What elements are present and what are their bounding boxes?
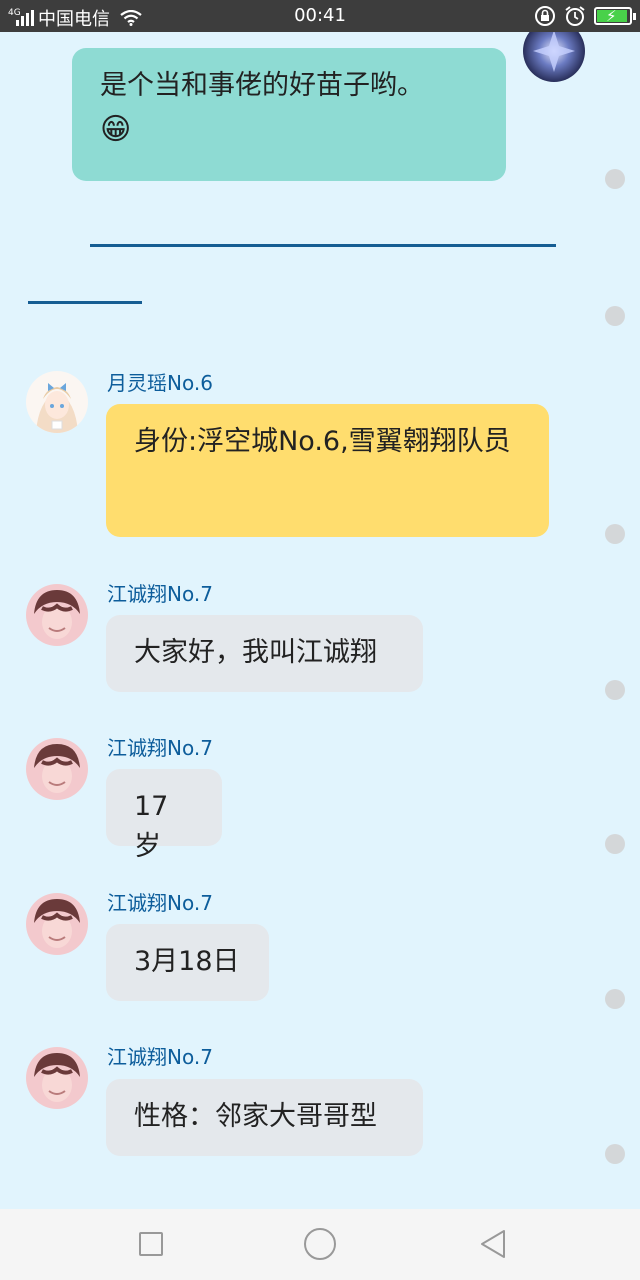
grin-emoji-icon: 😁 <box>100 111 132 147</box>
select-dot[interactable] <box>605 524 625 544</box>
message-text: 大家好，我叫江诚翔 <box>134 637 377 668</box>
navigation-bar <box>0 1209 640 1280</box>
select-dot[interactable] <box>605 680 625 700</box>
avatar-self[interactable] <box>523 32 585 82</box>
recent-apps-icon[interactable] <box>139 1232 163 1256</box>
message-bubble[interactable]: 身份:浮空城No.6,雪翼翱翔队员 <box>106 404 549 537</box>
avatar-jiang-chengxiang[interactable] <box>26 1047 88 1109</box>
chat-message-list[interactable]: 是个当和事佬的好苗子哟。 😁 月灵瑶No.6 身份:浮空城No.6,雪翼翱翔队员 <box>0 32 640 1209</box>
avatar-jiang-chengxiang[interactable] <box>26 738 88 800</box>
message-bubble[interactable]: 3月18日 <box>106 924 269 1001</box>
lock-rotation-icon <box>535 6 555 26</box>
message-text: 身份:浮空城No.6,雪翼翱翔队员 <box>134 426 511 457</box>
divider-line <box>28 301 142 304</box>
select-dot[interactable] <box>605 1144 625 1164</box>
divider-line <box>90 244 556 247</box>
message-text: 是个当和事佬的好苗子哟。 <box>100 70 424 101</box>
message-text: 性格：邻家大哥哥型 <box>134 1101 377 1132</box>
sender-name: 月灵瑶No.6 <box>107 371 213 395</box>
message-bubble[interactable]: 是个当和事佬的好苗子哟。 😁 <box>72 48 506 181</box>
status-right: ⚡ <box>534 5 636 27</box>
battery-charging-icon: ⚡ <box>594 7 636 25</box>
home-icon[interactable] <box>304 1228 336 1260</box>
sender-name: 江诚翔No.7 <box>107 582 213 606</box>
sender-name: 江诚翔No.7 <box>107 736 213 760</box>
message-bubble[interactable]: 大家好，我叫江诚翔 <box>106 615 423 692</box>
select-dot[interactable] <box>605 306 625 326</box>
message-text: 3月18日 <box>134 946 240 977</box>
alarm-icon <box>565 6 585 26</box>
status-bar: 4G 中国电信 00:41 ⚡ <box>0 0 640 32</box>
select-dot[interactable] <box>605 834 625 854</box>
avatar-yue-lingyao[interactable] <box>26 371 88 433</box>
avatar-jiang-chengxiang[interactable] <box>26 584 88 646</box>
sender-name: 江诚翔No.7 <box>107 1045 213 1069</box>
avatar-jiang-chengxiang[interactable] <box>26 893 88 955</box>
select-dot[interactable] <box>605 169 625 189</box>
message-text: 17岁 <box>134 791 169 862</box>
select-dot[interactable] <box>605 989 625 1009</box>
sender-name: 江诚翔No.7 <box>107 891 213 915</box>
message-bubble[interactable]: 17岁 <box>106 769 222 862</box>
message-bubble[interactable]: 性格：邻家大哥哥型 <box>106 1079 423 1156</box>
back-icon[interactable] <box>478 1228 508 1260</box>
